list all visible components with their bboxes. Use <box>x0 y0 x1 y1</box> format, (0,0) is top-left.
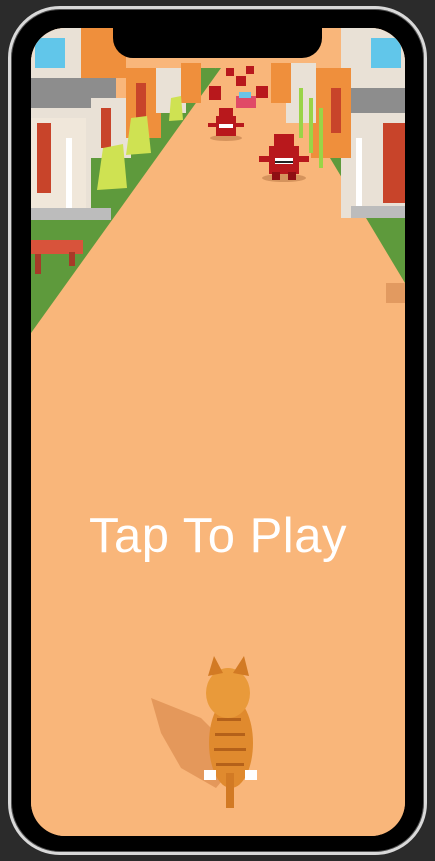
house-wall <box>181 63 201 103</box>
fence-post <box>299 88 303 138</box>
house-door <box>101 108 111 148</box>
curb <box>351 206 405 218</box>
curb <box>31 208 111 220</box>
distant-car-window <box>239 92 251 98</box>
house-wall <box>271 63 291 103</box>
bench <box>31 240 83 254</box>
house-door <box>331 88 341 133</box>
house-window <box>35 38 65 68</box>
phone-notch <box>113 26 322 58</box>
bench-leg <box>35 254 41 274</box>
porch-pillar <box>66 138 72 218</box>
road-shadow <box>386 283 405 303</box>
house-door <box>383 123 405 203</box>
game-scene <box>31 28 405 836</box>
bench-leg <box>69 252 75 266</box>
bush <box>169 96 183 121</box>
porch-pillar <box>356 138 362 213</box>
fence-post <box>309 98 313 153</box>
game-screen[interactable]: Tap To Play <box>31 28 405 836</box>
fence-post <box>319 108 323 168</box>
tap-to-play-button[interactable]: Tap To Play <box>31 508 405 564</box>
house-door <box>37 123 51 193</box>
house-window <box>371 38 401 68</box>
